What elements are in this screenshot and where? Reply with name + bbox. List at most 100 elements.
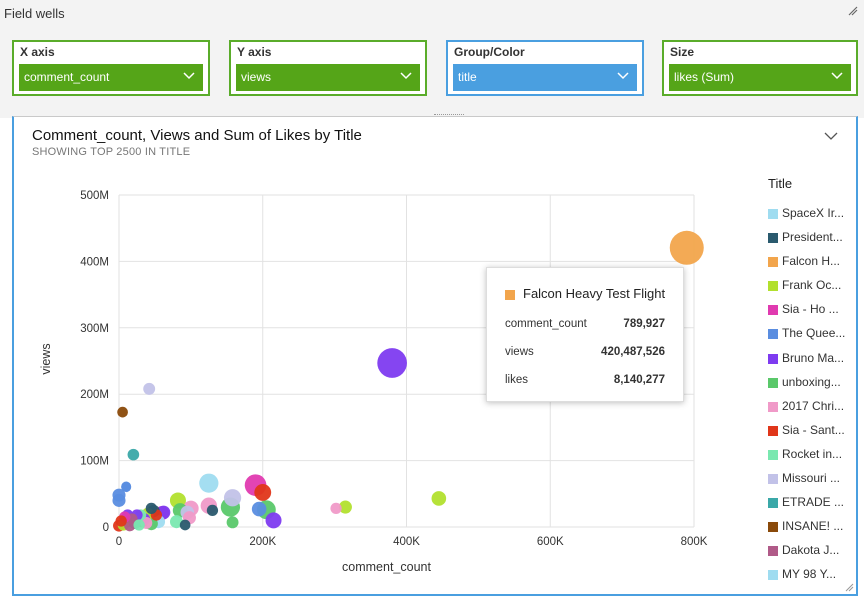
group-color-value: title [458, 70, 477, 84]
data-point[interactable] [669, 230, 704, 265]
y-tick-label: 0 [103, 522, 109, 534]
y-axis-well: Y axis views [229, 40, 427, 96]
data-point[interactable] [206, 504, 219, 517]
data-point[interactable] [133, 519, 145, 531]
field-wells-bar: Field wells X axis comment_count Y axis … [0, 0, 864, 118]
legend-swatch [768, 522, 778, 533]
y-tick-label: 100M [80, 456, 109, 468]
tooltip-row: comment_count 789,927 [505, 318, 665, 330]
legend-swatch [768, 209, 778, 219]
size-label: Size [670, 45, 695, 59]
legend: SpaceX Ir... President... Falcon H... Frank… [768, 203, 858, 589]
chevron-down-icon [831, 72, 843, 80]
data-point[interactable] [330, 502, 342, 515]
data-point[interactable] [115, 515, 127, 527]
field-wells-title: Field wells [4, 6, 65, 21]
legend-item[interactable]: INSANE! ... [768, 516, 858, 540]
legend-label: Sia - Ho ... [782, 302, 839, 317]
legend-swatch [768, 353, 778, 364]
data-point[interactable] [377, 348, 407, 378]
legend-swatch [768, 546, 778, 557]
data-point[interactable] [265, 512, 282, 529]
legend-item[interactable]: Missouri ... [768, 468, 858, 492]
tooltip-row-value: 8,140,277 [613, 374, 665, 386]
data-point[interactable] [143, 382, 156, 395]
data-point[interactable] [251, 501, 267, 517]
x-axis-title: comment_count [342, 560, 431, 574]
legend-item[interactable]: ETRADE ... [768, 492, 858, 516]
data-point[interactable] [117, 406, 128, 418]
legend-item[interactable]: Bruno Ma... [768, 348, 858, 372]
y-axis-title: views [39, 343, 53, 374]
chevron-down-icon[interactable] [824, 131, 838, 141]
legend-item[interactable]: Sia - Sant... [768, 420, 858, 444]
legend-swatch [768, 401, 778, 412]
legend-swatch [768, 377, 778, 388]
y-tick-label: 400M [80, 256, 109, 268]
chevron-down-icon [400, 72, 412, 80]
data-point[interactable] [121, 482, 132, 493]
legend-swatch [768, 329, 778, 340]
legend-item[interactable]: 2017 Chri... [768, 396, 858, 420]
size-dropdown[interactable]: likes (Sum) [669, 64, 851, 91]
legend-label: Sia - Sant... [782, 422, 845, 437]
legend-swatch [768, 281, 778, 292]
resize-handle-icon[interactable] [844, 582, 854, 592]
data-point[interactable] [127, 448, 140, 461]
data-point[interactable] [199, 473, 219, 493]
data-point[interactable] [254, 484, 272, 501]
chevron-down-icon [183, 72, 195, 80]
legend-swatch [768, 570, 778, 581]
legend-title: Title [768, 176, 793, 191]
legend-label: Missouri ... [782, 471, 841, 486]
y-axis-dropdown[interactable]: views [236, 64, 420, 91]
legend-label: SpaceX Ir... [782, 206, 845, 220]
data-point[interactable] [145, 502, 157, 515]
legend-item[interactable]: Falcon H... [768, 251, 858, 275]
legend-swatch [768, 498, 778, 509]
data-point[interactable] [431, 491, 447, 506]
legend-label: ETRADE ... [782, 495, 845, 510]
data-point[interactable] [226, 516, 239, 529]
legend-label: Falcon H... [782, 254, 841, 269]
legend-item[interactable]: unboxing... [768, 372, 858, 396]
collapse-icon[interactable] [846, 4, 860, 18]
legend-swatch [768, 233, 778, 244]
data-tooltip: Falcon Heavy Test Flight comment_count 7… [486, 267, 684, 402]
tooltip-row-value: 789,927 [623, 318, 665, 330]
legend-item[interactable]: Dakota J... [768, 540, 858, 564]
chevron-down-icon [617, 72, 629, 80]
legend-swatch [768, 449, 778, 460]
x-axis-dropdown[interactable]: comment_count [19, 64, 203, 91]
legend-item[interactable]: SpaceX Ir... [768, 203, 858, 227]
group-color-dropdown[interactable]: title [453, 64, 637, 91]
legend-label: Frank Oc... [782, 278, 842, 293]
legend-item[interactable]: The Quee... [768, 323, 858, 347]
legend-label: MY 98 Y... [782, 567, 837, 582]
legend-item[interactable]: Rocket in... [768, 444, 858, 468]
group-color-label: Group/Color [454, 45, 525, 59]
y-axis-value: views [241, 70, 272, 84]
tooltip-row: views 420,487,526 [505, 346, 665, 358]
y-tick-label: 200M [80, 389, 109, 401]
legend-item[interactable]: President... [768, 227, 858, 251]
y-tick-label: 300M [80, 323, 109, 335]
group-color-well: Group/Color title [446, 40, 644, 96]
legend-label: Dakota J... [782, 543, 840, 558]
legend-item[interactable]: Frank Oc... [768, 275, 858, 299]
data-point[interactable] [112, 493, 126, 507]
x-tick-label: 0 [116, 536, 122, 548]
y-axis-label: Y axis [237, 45, 272, 59]
size-well: Size likes (Sum) [662, 40, 858, 96]
legend-swatch [768, 257, 778, 268]
legend-label: The Quee... [782, 326, 846, 341]
legend-label: President... [782, 230, 843, 245]
data-point[interactable] [223, 489, 242, 507]
legend-item[interactable]: Sia - Ho ... [768, 299, 858, 323]
tooltip-swatch [505, 290, 515, 300]
visual-panel[interactable]: Comment_count, Views and Sum of Likes by… [12, 114, 858, 596]
legend-label: unboxing... [782, 374, 841, 389]
x-axis-label: X axis [20, 45, 55, 59]
data-point[interactable] [179, 519, 191, 531]
legend-label: INSANE! ... [782, 519, 844, 534]
